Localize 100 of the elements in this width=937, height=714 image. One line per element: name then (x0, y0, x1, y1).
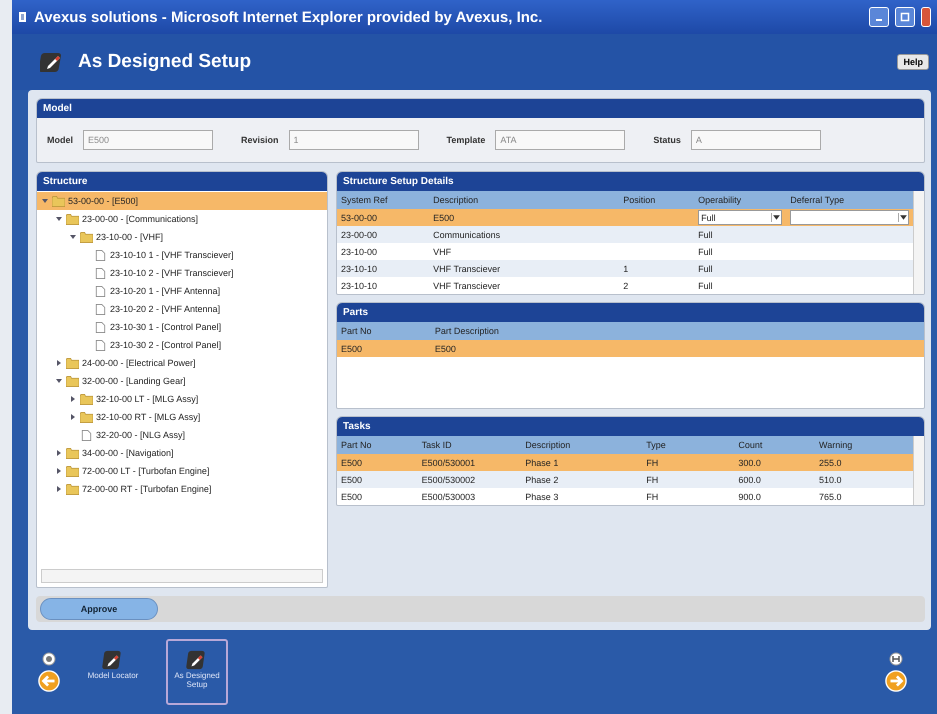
table-cell: Full (694, 277, 786, 294)
table-cell: 600.0 (734, 471, 816, 488)
table-cell: 510.0 (815, 471, 913, 488)
vertical-scrollbar[interactable] (913, 436, 924, 505)
nav-item[interactable]: Model Locator (82, 639, 144, 705)
horizontal-scrollbar[interactable] (41, 569, 323, 583)
vertical-scrollbar[interactable] (913, 191, 924, 294)
table-cell: Phase 1 (521, 454, 642, 471)
table-row[interactable]: 23-10-00 VHF Full (337, 243, 913, 260)
tree-item[interactable]: 32-10-00 RT - [MLG Assy] (65, 408, 327, 426)
folder-icon (66, 448, 79, 458)
nav-item[interactable]: As Designed Setup (166, 639, 228, 705)
table-cell: 900.0 (734, 488, 816, 505)
tree-item[interactable]: 23-00-00 - [Communications] (51, 210, 327, 228)
folder-icon (66, 358, 79, 368)
expanded-arrow-icon[interactable] (55, 215, 63, 223)
collapsed-arrow-icon[interactable] (69, 395, 77, 403)
document-icon (94, 286, 107, 296)
maximize-icon[interactable] (900, 12, 910, 22)
tree-item[interactable]: 72-00-00 LT - [Turbofan Engine] (51, 462, 327, 480)
expanded-arrow-icon[interactable] (41, 197, 49, 205)
column-header[interactable]: Part No (337, 322, 431, 340)
tree-item[interactable]: 23-10-20 2 - [VHF Antenna] (79, 300, 327, 318)
table-cell: FH (642, 471, 734, 488)
field-label: Revision (241, 135, 279, 145)
table-cell: FH (642, 454, 734, 471)
table-row[interactable]: E500 E500/530001 Phase 1 FH 300.0 255.0 (337, 454, 913, 471)
document-icon (94, 340, 107, 350)
collapsed-arrow-icon[interactable] (55, 449, 63, 457)
collapsed-arrow-icon[interactable] (69, 413, 77, 421)
column-header[interactable]: Operability (694, 191, 786, 209)
tree-item[interactable]: 23-10-30 1 - [Control Panel] (79, 318, 327, 336)
table-cell: 23-10-00 (337, 243, 430, 260)
tree-item[interactable]: 32-10-00 LT - [MLG Assy] (65, 390, 327, 408)
collapsed-arrow-icon[interactable] (55, 359, 63, 367)
nav-label[interactable]: Model Locator (88, 671, 138, 680)
table-cell: Communications (429, 226, 620, 243)
panel-title: Parts (337, 303, 924, 322)
expanded-arrow-icon[interactable] (69, 233, 77, 241)
maximize-button[interactable] (895, 7, 915, 27)
table-cell: E500 (429, 209, 620, 226)
table-row[interactable]: 23-10-10 VHF Transciever 1 Full (337, 260, 913, 277)
tree-item[interactable]: 53-00-00 - [E500] (37, 192, 327, 210)
table-row[interactable]: 23-00-00 Communications Full (337, 226, 913, 243)
tree-item[interactable]: 72-00-00 RT - [Turbofan Engine] (51, 480, 327, 498)
table-cell: Full (694, 226, 786, 243)
table-cell: 23-10-10 (337, 260, 430, 277)
info-icon[interactable] (42, 652, 56, 666)
tree-item[interactable]: 23-10-10 1 - [VHF Transciever] (79, 246, 327, 264)
table-cell: 255.0 (815, 454, 913, 471)
minimize-button[interactable] (869, 7, 889, 27)
table-cell: FH (642, 488, 734, 505)
column-header[interactable]: Deferral Type (786, 191, 913, 209)
table-row[interactable]: E500 E500/530003 Phase 3 FH 900.0 765.0 (337, 488, 913, 505)
column-header[interactable]: Type (642, 436, 734, 454)
tree-item[interactable]: 23-10-10 2 - [VHF Transciever] (79, 264, 327, 282)
table-row[interactable]: 23-10-10 VHF Transciever 2 Full (337, 277, 913, 294)
column-header[interactable]: Task ID (418, 436, 522, 454)
column-header[interactable]: Description (521, 436, 642, 454)
page-title: As Designed Setup (78, 51, 252, 73)
folder-icon (66, 214, 79, 224)
document-icon (94, 268, 107, 278)
table-row[interactable]: 53-00-00 E500 Full (337, 209, 913, 226)
column-header[interactable]: Description (429, 191, 620, 209)
table-cell: Phase 2 (521, 471, 642, 488)
tree-item[interactable]: 34-00-00 - [Navigation] (51, 444, 327, 462)
table-cell: E500 (430, 340, 924, 357)
help-button[interactable]: Help (897, 54, 929, 70)
field-label: Model (47, 135, 73, 145)
column-header[interactable]: Count (734, 436, 816, 454)
tree-item[interactable]: 32-20-00 - [NLG Assy] (65, 426, 327, 444)
table-row[interactable]: E500 E500 (337, 340, 924, 357)
dropdown-arrow-icon[interactable] (898, 213, 908, 222)
close-button[interactable] (921, 7, 931, 27)
table-cell: 2 (619, 277, 694, 294)
dropdown-arrow-icon[interactable] (771, 213, 782, 222)
tree-item[interactable]: 23-10-20 1 - [VHF Antenna] (79, 282, 327, 300)
tree-item[interactable]: 23-10-00 - [VHF] (65, 228, 327, 246)
table-cell: VHF (429, 243, 620, 260)
table-cell: E500/530003 (418, 488, 522, 505)
table-cell: E500/530002 (418, 471, 522, 488)
nav-label[interactable]: As Designed Setup (168, 671, 226, 689)
column-header[interactable]: Warning (815, 436, 913, 454)
collapsed-arrow-icon[interactable] (55, 485, 63, 493)
column-header[interactable]: Position (619, 191, 694, 209)
tree-item[interactable]: 32-00-00 - [Landing Gear] (51, 372, 327, 390)
field-label: Template (446, 135, 486, 145)
approve-button[interactable]: Approve (40, 598, 158, 620)
home-icon[interactable] (889, 652, 903, 666)
column-header[interactable]: System Ref (337, 191, 430, 209)
column-header[interactable]: Part Description (430, 322, 924, 340)
column-header[interactable]: Part No (337, 436, 418, 454)
dropdown[interactable]: Full (698, 210, 782, 225)
folder-icon (80, 412, 93, 422)
document-icon (94, 250, 107, 260)
table-row[interactable]: E500 E500/530002 Phase 2 FH 600.0 510.0 (337, 471, 913, 488)
collapsed-arrow-icon[interactable] (55, 467, 63, 475)
tree-item[interactable]: 24-00-00 - [Electrical Power] (51, 354, 327, 372)
tree-item[interactable]: 23-10-30 2 - [Control Panel] (79, 336, 327, 354)
expanded-arrow-icon[interactable] (55, 377, 63, 385)
